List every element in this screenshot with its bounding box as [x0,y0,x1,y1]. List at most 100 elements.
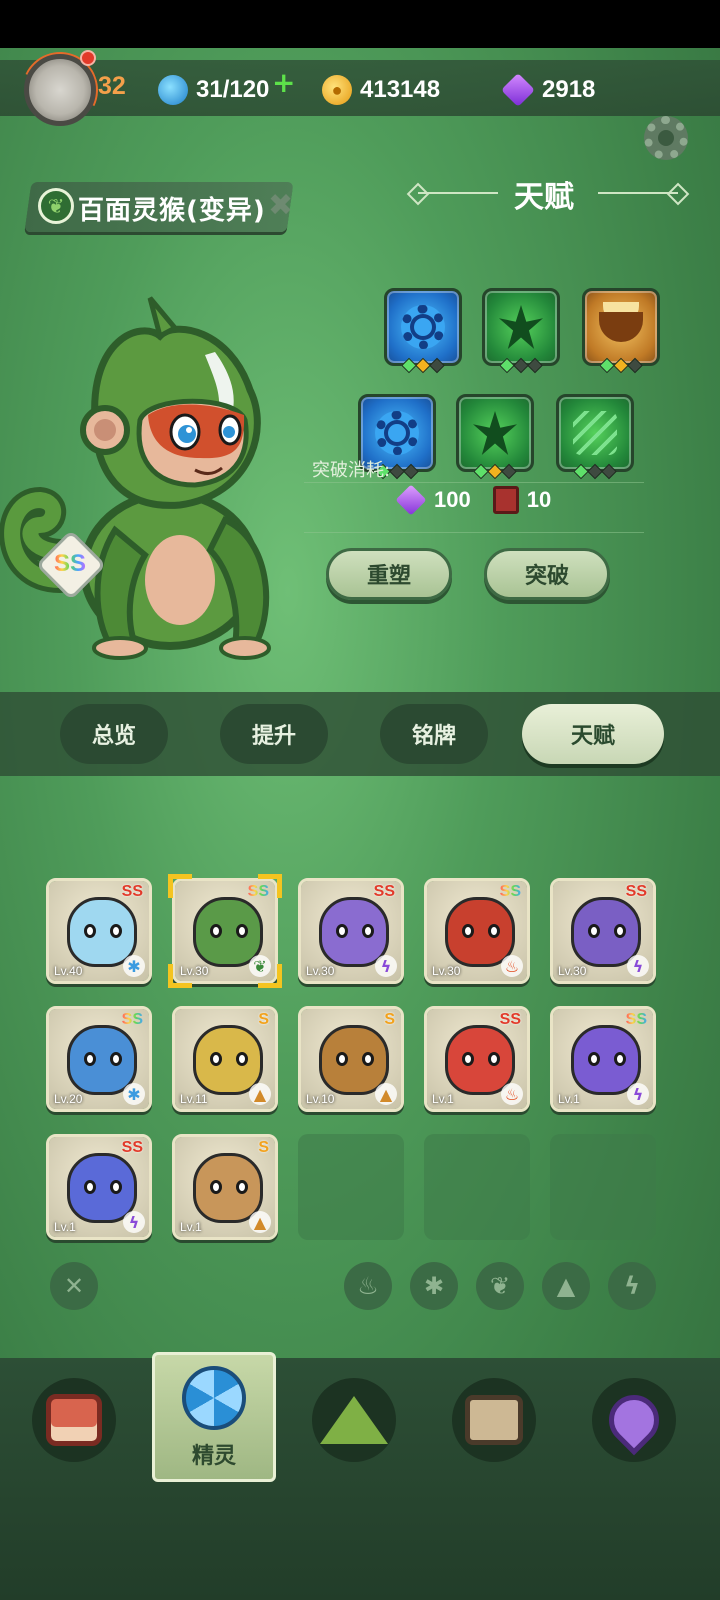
coin-display: ● 413148 [322,70,440,110]
selection-bracket [258,874,282,898]
selection-bracket [258,964,282,988]
card-rank: SS [499,883,521,900]
thunder-element-icon: ϟ [375,955,397,977]
notification-dot [80,50,96,66]
talent-skill-6[interactable] [556,394,634,480]
talent-skill-3[interactable] [582,288,660,374]
talent-skill-1[interactable] [384,288,462,374]
map-pin-icon [598,1384,670,1456]
pet-portrait[interactable] [0,280,300,670]
talent-skill-2[interactable] [482,288,560,374]
divider [304,482,644,483]
grass-filter-icon[interactable]: ❦ [476,1262,524,1310]
ornament-left [418,192,498,194]
gem-value: 2918 [542,76,596,103]
player-level: 32 [98,72,126,100]
card-level: Lv.20 [54,1092,83,1106]
talent-title: 天赋 [514,180,574,215]
ice-element-icon: ✱ [123,955,145,977]
selection-bracket [168,874,192,898]
green-claw-icon [573,411,617,455]
card-level: Lv.30 [432,964,461,978]
chest-icon [465,1395,523,1445]
earth-filter-icon[interactable]: ▲ [542,1262,590,1310]
tab-talent[interactable]: 天赋 [522,704,664,764]
thunder-element-icon: ϟ [123,1211,145,1233]
breakthrough-button[interactable]: 突破 [484,548,610,600]
card-level: Lv.40 [54,964,83,978]
pet-card[interactable]: SS Lv.30 ♨ [424,878,530,984]
paw-coin-icon: ● [322,75,352,105]
card-level: Lv.1 [432,1092,454,1106]
pet-card[interactable]: S Lv.11 ▲ [172,1006,278,1112]
empty-slot [550,1134,656,1240]
earth-element-icon: ▲ [375,1083,397,1105]
coin-value: 413148 [360,76,441,103]
water-drop-icon [158,75,188,105]
gold-bowl-icon [599,312,643,342]
reshape-button[interactable]: 重塑 [326,548,452,600]
add-stamina-button[interactable]: + [272,66,295,99]
pet-card[interactable]: SS Lv.1 ϟ [46,1134,152,1240]
card-rank: SS [625,1011,647,1028]
thunder-element-icon: ϟ [627,955,649,977]
green-star-icon [499,305,543,349]
pet-card[interactable]: SS Lv.40 ✱ [46,878,152,984]
card-rank: SS [499,1011,521,1028]
blue-gear-icon [401,305,445,349]
card-level: Lv.11 [180,1092,208,1106]
cost-gems: 100 [434,487,471,512]
card-level: Lv.1 [558,1092,580,1106]
blue-gear-icon [375,411,419,455]
gem-icon [501,73,535,107]
tab-nameplate[interactable]: 铭牌 [380,704,488,764]
tab-upgrade[interactable]: 提升 [220,704,328,764]
clear-filter-icon[interactable]: ✕ [50,1262,98,1310]
breakthrough-cost: 100 10 [395,484,551,516]
tab-overview[interactable]: 总览 [60,704,168,764]
pet-card[interactable]: SS Lv.20 ✱ [46,1006,152,1112]
card-rank: S [258,1139,269,1156]
card-level: Lv.30 [558,964,587,978]
stamina-display[interactable]: 31/120 [158,70,269,110]
pet-name: 百面灵猴(变异) [78,196,266,226]
talent-skill-5[interactable] [456,394,534,480]
breakthrough-cost-label: 突破消耗: [312,460,391,481]
card-level: Lv.1 [180,1220,202,1234]
nav-map[interactable] [592,1378,676,1462]
ice-element-icon: ✱ [123,1083,145,1105]
mountain-icon [320,1396,388,1444]
nav-spirit-label: 精灵 [191,1444,236,1469]
empty-slot [298,1134,404,1240]
thunder-element-icon: ϟ [627,1083,649,1105]
pet-card[interactable]: S Lv.10 ▲ [298,1006,404,1112]
nav-terminal[interactable] [32,1378,116,1462]
gender-icon: ✖ [268,188,294,223]
selection-bracket [168,964,192,988]
nav-mountain[interactable] [312,1378,396,1462]
pet-card[interactable]: SS Lv.1 ϟ [550,1006,656,1112]
fire-element-icon: ♨ [501,955,523,977]
gem-icon [395,484,427,516]
grass-element-icon: ❦ [38,188,74,224]
fire-filter-icon[interactable]: ♨ [344,1262,392,1310]
card-rank: SS [373,883,395,900]
ornament-right [598,192,678,194]
pet-card[interactable]: S Lv.1 ▲ [172,1134,278,1240]
ice-filter-icon[interactable]: ✱ [410,1262,458,1310]
earth-element-icon: ▲ [249,1211,271,1233]
empty-slot [424,1134,530,1240]
card-rank: SS [625,883,647,900]
spirit-icon [182,1366,246,1430]
thunder-filter-icon[interactable]: ϟ [608,1262,656,1310]
card-rank: SS [121,1139,143,1156]
card-rank: S [384,1011,395,1028]
pet-card[interactable]: SS Lv.30 ϟ [550,878,656,984]
settings-gear-icon[interactable] [644,116,688,160]
card-level: Lv.10 [306,1092,335,1106]
nav-chest[interactable] [452,1378,536,1462]
card-rank: SS [121,883,143,900]
pet-card[interactable]: SS Lv.1 ♨ [424,1006,530,1112]
pet-card[interactable]: SS Lv.30 ϟ [298,878,404,984]
gem-display: 2918 [501,70,596,110]
